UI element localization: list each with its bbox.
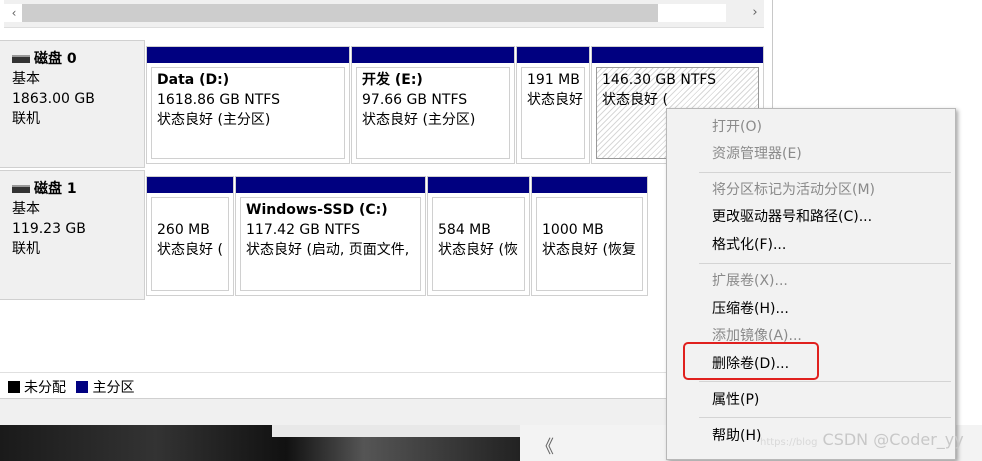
menu-item-help[interactable]: 帮助(H): [712, 426, 761, 446]
menu-item-format[interactable]: 格式化(F)...: [712, 235, 786, 255]
partition-size: 260 MB: [157, 222, 210, 238]
partition-status: 状态良好 (恢: [438, 242, 518, 258]
partition-status: 状态良好 (: [157, 242, 223, 258]
partition-size: 1618.86 GB NTFS: [157, 92, 280, 108]
menu-item-open[interactable]: 打开(O): [712, 117, 762, 137]
partition-windows-c[interactable]: Windows-SSD (C:) 117.42 GB NTFS 状态良好 (启动…: [235, 176, 426, 296]
partition-260mb[interactable]: 260 MB 状态良好 (: [146, 176, 234, 296]
scroll-right-arrow-icon[interactable]: ›: [746, 4, 764, 22]
disk-label[interactable]: 磁盘 1 基本 119.23 GB 联机: [0, 170, 145, 300]
partition-size: 97.66 GB NTFS: [362, 92, 468, 108]
disk-type: 基本: [12, 71, 40, 87]
partition-size: 584 MB: [438, 222, 491, 238]
menu-item-change-drive-letter[interactable]: 更改驱动器号和路径(C)...: [712, 207, 872, 227]
menu-separator: [699, 417, 951, 418]
partition-status: 状态良好 (主分区): [157, 112, 271, 128]
disk-type: 基本: [12, 201, 40, 217]
partition-status: 状态良好: [527, 92, 583, 108]
disk-label[interactable]: 磁盘 0 基本 1863.00 GB 联机: [0, 40, 145, 168]
scrollbar-thumb[interactable]: [22, 4, 658, 22]
disk-size: 119.23 GB: [12, 221, 86, 237]
disk-management-window: ‹ › 磁盘 0 基本 1863.00 GB 联机 Data (D:) 1618…: [0, 0, 773, 425]
legend-unallocated: 未分配: [24, 380, 66, 396]
watermark-url: https://blog: [760, 437, 818, 448]
partition-name: Windows-SSD (C:): [246, 202, 388, 218]
status-bar: [0, 398, 773, 425]
partition-size: 146.30 GB NTFS: [602, 72, 717, 88]
menu-separator: [699, 381, 951, 382]
partition-size: 117.42 GB NTFS: [246, 222, 361, 238]
partition-name: 开发 (E:): [362, 72, 423, 88]
disk-status: 联机: [12, 111, 40, 127]
menu-item-explorer[interactable]: 资源管理器(E): [712, 144, 802, 164]
partition-584mb[interactable]: 584 MB 状态良好 (恢: [427, 176, 530, 296]
unallocated-swatch: [8, 381, 20, 393]
background-window-edge: [272, 425, 522, 437]
primary-partition-bar: [517, 47, 589, 63]
legend-primary: 主分区: [92, 380, 135, 396]
delete-volume-highlight-box: [683, 342, 819, 380]
menu-item-properties[interactable]: 属性(P): [712, 390, 759, 410]
disk-title: 磁盘 0: [34, 51, 77, 67]
partition-1000mb[interactable]: 1000 MB 状态良好 (恢复: [531, 176, 648, 296]
watermark: https://blog CSDN @Coder_yy: [760, 430, 982, 454]
horizontal-scrollbar[interactable]: ‹ ›: [4, 0, 764, 28]
partition-status: 状态良好 (恢复: [542, 242, 636, 258]
partition-size: 1000 MB: [542, 222, 604, 238]
menu-item-shrink-volume[interactable]: 压缩卷(H)...: [712, 299, 789, 319]
partition-size: 191 MB: [527, 72, 580, 88]
primary-partition-bar: [236, 177, 425, 193]
disk-title: 磁盘 1: [34, 181, 77, 197]
partition-191mb[interactable]: 191 MB 状态良好: [516, 46, 590, 164]
primary-partition-bar: [147, 47, 349, 63]
primary-partition-bar: [592, 47, 763, 63]
disk-drive-icon: [12, 185, 30, 193]
primary-partition-bar: [147, 177, 233, 193]
primary-swatch: [76, 381, 89, 393]
partition-status: 状态良好 (: [602, 92, 668, 108]
disk-size: 1863.00 GB: [12, 91, 95, 107]
partition-status: 状态良好 (主分区): [362, 112, 476, 128]
menu-separator: [699, 172, 951, 173]
disk-status: 联机: [12, 241, 40, 257]
partition-data-d[interactable]: Data (D:) 1618.86 GB NTFS 状态良好 (主分区): [146, 46, 350, 164]
disk-drive-icon: [12, 55, 30, 63]
menu-separator: [699, 263, 951, 264]
menu-item-extend-volume[interactable]: 扩展卷(X)...: [712, 271, 788, 291]
primary-partition-bar: [532, 177, 647, 193]
collapse-chevron-icon[interactable]: 《: [536, 438, 556, 458]
primary-partition-bar: [428, 177, 529, 193]
scroll-left-arrow-icon[interactable]: ‹: [6, 4, 22, 22]
partition-dev-e[interactable]: 开发 (E:) 97.66 GB NTFS 状态良好 (主分区): [351, 46, 515, 164]
context-menu: 打开(O) 资源管理器(E) 将分区标记为活动分区(M) 更改驱动器号和路径(C…: [666, 108, 956, 460]
partition-name: Data (D:): [157, 72, 230, 88]
partition-status: 状态良好 (启动, 页面文件,: [246, 242, 410, 258]
menu-item-mark-active[interactable]: 将分区标记为活动分区(M): [712, 180, 875, 200]
primary-partition-bar: [352, 47, 514, 63]
watermark-text: CSDN @Coder_yy: [822, 430, 964, 449]
legend-bar: 未分配 主分区: [0, 372, 773, 398]
